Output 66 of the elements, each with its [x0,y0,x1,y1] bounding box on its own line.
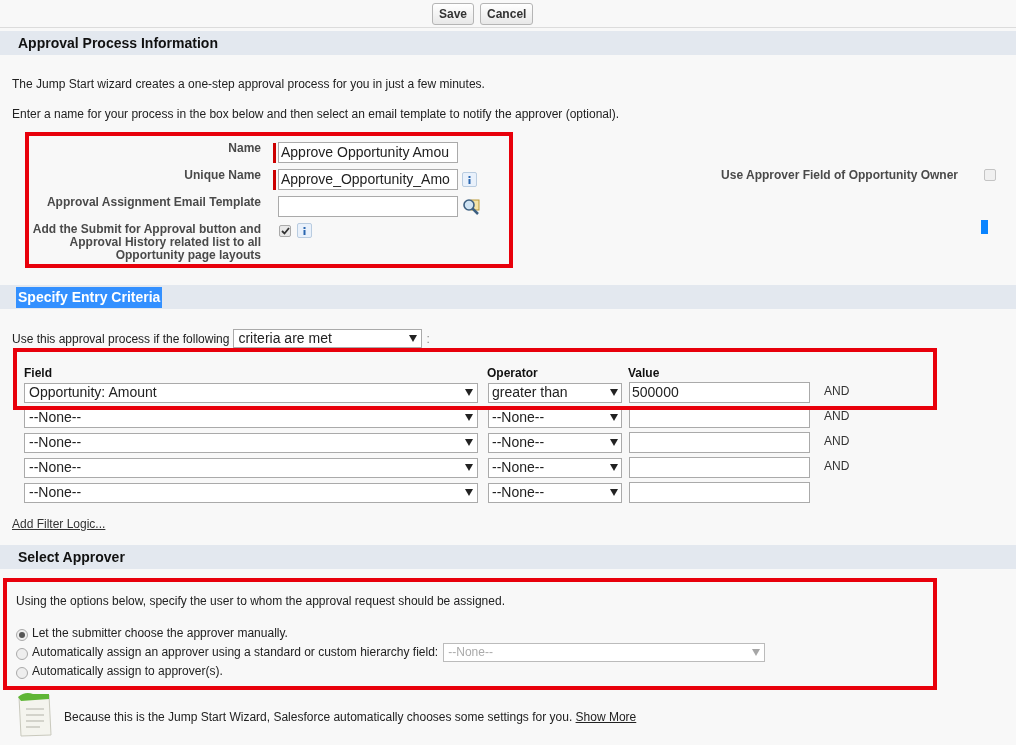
value-field[interactable] [629,457,810,478]
conjunction-text: AND [824,432,850,450]
caret-icon [610,489,618,496]
note-icon [15,691,55,737]
caret-icon [610,439,618,446]
show-more-link[interactable]: Show More [575,710,637,724]
value-field[interactable] [629,432,810,453]
caret-icon [752,648,761,656]
field-label: Add the Submit for Approval button and Approval History related list to all Opportunity page layouts [31,223,261,262]
template-field[interactable] [278,196,458,217]
radio-button[interactable] [16,666,28,679]
radio-button[interactable] [16,647,28,660]
field-label: Name [227,142,261,155]
field-select[interactable]: --None-- [24,457,478,478]
section-title: Approval Process Information [17,33,219,53]
instruction-text: Using the options below, specify the user to whom the approval request should be assigned. [16,593,506,610]
caret-icon [465,414,473,421]
caret-icon [610,464,618,471]
field-label: Unique Name [183,169,261,182]
section-title: Select Approver [17,547,126,567]
colon-text: : [426,330,430,348]
conjunction-text: AND [824,382,850,400]
option-label: Automatically assign to approver(s). [32,663,223,680]
caret-icon [465,464,473,471]
text-field[interactable]: Approve Opportunity Amou [278,142,458,163]
info-icon[interactable] [462,172,477,187]
column-header: Operator [487,366,538,380]
section-title: Specify Entry Criteria [16,286,163,308]
field-label: Use Approver Field of Opportunity Owner [721,167,958,184]
caret-icon [610,389,618,396]
operator-select[interactable]: greater than [488,382,622,403]
checkbox[interactable] [279,224,291,237]
caret-icon [610,414,618,421]
value-field[interactable]: 500000 [629,382,810,403]
option-label: Automatically assign an approver using a standard or custom hierarchy field: [32,644,439,661]
value-field[interactable] [629,482,810,503]
info-icon[interactable] [297,223,312,238]
column-header: Value [628,366,660,380]
save-button[interactable]: Save [432,2,475,25]
intro-text: The Jump Start wizard creates a one-step approval process for you in just a few minutes. [11,76,486,93]
caret-icon [465,389,473,396]
field-select[interactable]: Opportunity: Amount [24,382,478,403]
option-label: Let the submitter choose the approver manually. [32,625,288,642]
text-field[interactable]: Approve_Opportunity_Amo [278,169,458,190]
operator-select[interactable]: --None-- [488,457,622,478]
caret-icon [465,439,473,446]
conjunction-text: AND [824,407,850,425]
caret-icon [465,489,473,496]
column-header: Field [24,366,52,380]
field-label: Approval Assignment Email Template [45,196,261,209]
lookup-search-icon[interactable] [462,197,480,216]
field-select[interactable]: --None-- [24,482,478,503]
operator-select[interactable]: --None-- [488,432,622,453]
add-filter-logic-link[interactable]: Add Filter Logic... [12,515,106,533]
cancel-button[interactable]: Cancel [480,2,534,25]
checkbox[interactable] [984,169,996,181]
cursor-marker [981,220,988,234]
criteria-select[interactable]: criteria are met [233,329,423,348]
intro-text: Enter a name for your process in the box below and then select an email template to notify the approver (optional). [11,106,620,123]
caret-icon [409,335,418,342]
field-select[interactable]: --None-- [24,432,478,453]
operator-select[interactable]: --None-- [488,482,622,503]
conjunction-text: AND [824,457,850,475]
note-text: Because this is the Jump Start Wizard, Salesforce automatically chooses some settings for you. Show More [64,709,637,726]
radio-button[interactable] [16,628,28,641]
prompt-text: Use this approval process if the following [12,330,230,348]
